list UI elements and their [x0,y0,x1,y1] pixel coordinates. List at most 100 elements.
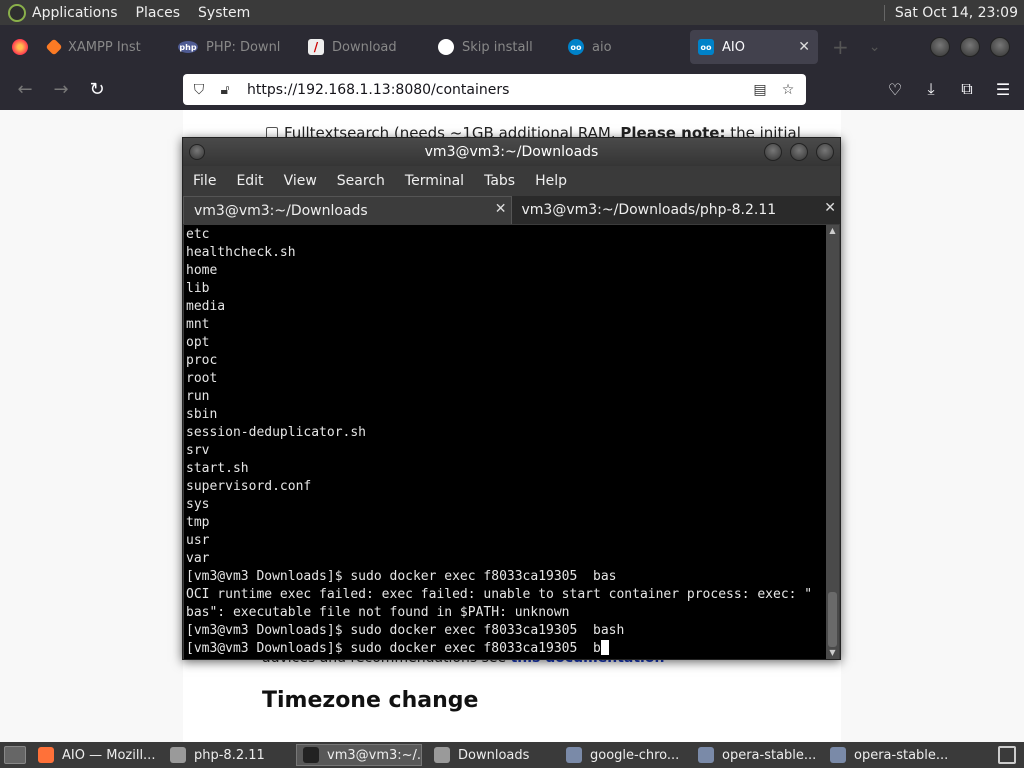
scroll-down-icon[interactable]: ▼ [826,647,839,659]
xampp-icon [45,38,63,56]
extensions-icon[interactable]: ⧉ [956,74,978,104]
url-bar[interactable]: ⛉ 🔓︎ https://192.168.1.13:8080/container… [183,74,806,105]
menu-help[interactable]: Help [535,173,567,189]
menu-applications[interactable]: Applications [32,5,118,21]
taskbar-item[interactable]: vm3@vm3:~/... [296,744,422,766]
back-arrow-icon[interactable]: ← [10,75,40,105]
tab-download[interactable]: / Download [300,30,428,64]
nextcloud-icon: oo [698,39,714,55]
menu-view[interactable]: View [284,173,317,189]
terminal-scrollbar[interactable]: ▲ ▼ [826,225,839,659]
pocket-icon[interactable]: ♡ [884,74,906,104]
menu-terminal[interactable]: Terminal [405,173,464,189]
terminal-tab-downloads[interactable]: vm3@vm3:~/Downloads ✕ [183,196,512,224]
reader-view-icon[interactable]: ▤ [750,80,770,100]
system-top-panel: Applications Places System Sat Oct 14, 2… [0,0,1024,25]
terminal-line: start.sh [186,461,249,476]
tab-label: Skip install [462,39,533,55]
terminal-window: vm3@vm3:~/Downloads File Edit View Searc… [182,137,841,660]
tab-php[interactable]: php PHP: Downl [170,30,298,64]
taskbar-item[interactable]: Downloads [428,744,554,766]
workspace-switcher-icon[interactable] [998,746,1016,764]
folder-icon [434,747,450,763]
terminal-line: tmp [186,515,210,530]
terminal-line: root [186,371,218,386]
taskbar-item[interactable]: google-chro... [560,744,686,766]
show-desktop-icon[interactable] [4,746,26,764]
forward-arrow-icon[interactable]: → [46,75,76,105]
terminal-output[interactable]: etc healthcheck.sh home lib media mnt opt proc r… [184,225,826,659]
taskbar-item-label: google-chro... [590,747,680,763]
terminal-tab-php[interactable]: vm3@vm3:~/Downloads/php-8.2.11 ✕ [511,196,840,224]
taskbar-item[interactable]: opera-stable... [824,744,950,766]
taskbar-item[interactable]: php-8.2.11 [164,744,290,766]
taskbar-item[interactable]: opera-stable... [692,744,818,766]
menu-places[interactable]: Places [136,5,181,21]
menu-tabs[interactable]: Tabs [484,173,515,189]
shield-icon[interactable]: ⛉ [189,80,209,100]
terminal-line: etc [186,227,210,242]
taskbar-item-label: vm3@vm3:~/... [327,747,422,763]
hamburger-menu-icon[interactable]: ☰ [992,74,1014,104]
new-tab-icon[interactable]: + [832,35,849,59]
close-tab-icon[interactable]: ✕ [824,200,836,216]
taskbar-item-label: AIO — Mozill... [62,747,156,763]
taskbar-item[interactable]: AIO — Mozill... [32,744,158,766]
menu-search[interactable]: Search [337,173,385,189]
terminal-line: proc [186,353,218,368]
url-text[interactable]: https://192.168.1.13:8080/containers [247,82,509,98]
terminal-prompt-line[interactable]: [vm3@vm3 Downloads]$ sudo docker exec f8… [186,640,824,658]
terminal-title: vm3@vm3:~/Downloads [424,144,599,160]
terminal-tab-label: vm3@vm3:~/Downloads [194,202,368,219]
terminal-line: home [186,263,218,278]
tab-aio-lower[interactable]: oo aio [560,30,688,64]
terminal-line: bas": executable file not found in $PATH… [186,605,570,620]
bottom-taskbar: AIO — Mozill... php-8.2.11 vm3@vm3:~/... Do… [0,742,1024,768]
downloads-icon[interactable]: ⤓ [920,74,942,104]
terminal-line: sbin [186,407,218,422]
browser-nav-bar: ← → ↻ ⛉ 🔓︎ https://192.168.1.13:8080/con… [0,69,1024,110]
tab-aio-active[interactable]: oo AIO ✕ [690,30,818,64]
mate-logo-icon[interactable] [8,3,26,22]
terminal-icon [303,747,319,763]
reload-icon[interactable]: ↻ [82,75,112,105]
taskbar-item-label: opera-stable... [854,747,949,763]
terminal-line: sys [186,497,210,512]
bookmark-star-icon[interactable]: ☆ [778,80,798,100]
scroll-up-icon[interactable]: ▲ [826,225,839,237]
tab-github[interactable]: Skip install [430,30,558,64]
minimize-icon[interactable] [930,37,950,57]
terminal-line: opt [186,335,210,350]
menu-system[interactable]: System [198,5,250,21]
close-tab-icon[interactable]: ✕ [798,39,810,55]
menu-file[interactable]: File [193,173,216,189]
terminal-line: supervisord.conf [186,479,312,494]
terminal-line: [vm3@vm3 Downloads]$ sudo docker exec f8… [186,569,617,584]
tab-xampp[interactable]: XAMPP Inst [40,30,168,64]
firefox-view-tab[interactable] [2,30,38,64]
lock-warning-icon[interactable]: 🔓︎ [215,80,235,100]
browser-tab-bar: XAMPP Inst php PHP: Downl / Download Ski… [0,25,1024,69]
terminal-line: lib [186,281,210,296]
github-icon [438,39,454,55]
clock[interactable]: Sat Oct 14, 23:09 [883,4,1018,21]
terminal-titlebar[interactable]: vm3@vm3:~/Downloads [183,138,840,166]
scrollbar-thumb[interactable] [828,592,837,647]
maximize-icon[interactable] [960,37,980,57]
menu-edit[interactable]: Edit [236,173,263,189]
close-window-icon[interactable] [990,37,1010,57]
timezone-heading: Timezone change [262,688,479,713]
prompt-text: [vm3@vm3 Downloads]$ sudo docker exec f8… [186,641,601,656]
package-icon [830,747,846,763]
terminal-line: run [186,389,210,404]
nextcloud-icon: oo [568,39,584,55]
taskbar-item-label: opera-stable... [722,747,817,763]
download-doc-icon: / [308,39,324,55]
close-tab-icon[interactable]: ✕ [495,201,507,217]
package-icon [698,747,714,763]
tab-label: PHP: Downl [206,39,281,55]
taskbar-item-label: php-8.2.11 [194,747,265,763]
folder-icon [170,747,186,763]
list-tabs-icon[interactable]: ⌄ [869,39,881,55]
terminal-line: usr [186,533,210,548]
